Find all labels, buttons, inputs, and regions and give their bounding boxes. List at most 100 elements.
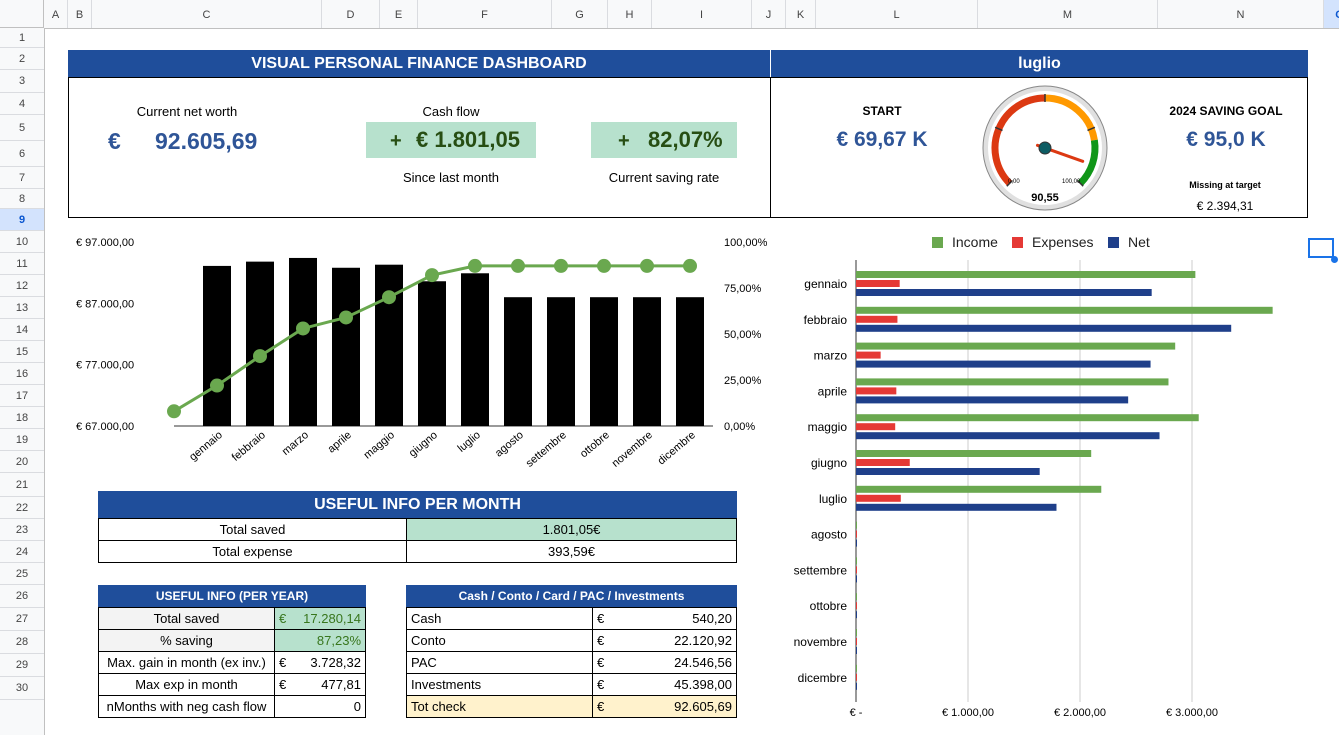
- column-header-c[interactable]: C: [92, 0, 322, 28]
- row-header-24[interactable]: 24: [0, 541, 44, 563]
- row-header-2[interactable]: 2: [0, 48, 44, 70]
- y-left-tick-label: € 77.000,00: [76, 360, 134, 372]
- legend-label-income: Income: [952, 234, 998, 250]
- row-header-18[interactable]: 18: [0, 407, 44, 429]
- row-header-11[interactable]: 11: [0, 253, 44, 275]
- gauge-max-label: 100,00: [1062, 179, 1081, 185]
- select-all-corner[interactable]: [0, 0, 44, 28]
- line-point: [468, 258, 482, 273]
- row-header-7[interactable]: 7: [0, 167, 44, 189]
- row-header-14[interactable]: 14: [0, 319, 44, 341]
- line-point: [511, 258, 525, 273]
- account-currency: €: [592, 651, 615, 674]
- monthly-info-table: Total saved 1.801,05€ Total expense 393,…: [98, 518, 737, 563]
- bar-gennaio: [203, 265, 231, 426]
- column-header-g[interactable]: G: [552, 0, 608, 28]
- bar-net-settembre: [856, 575, 857, 583]
- x-tick-label: gennaio: [187, 429, 225, 463]
- row-header-16[interactable]: 16: [0, 363, 44, 385]
- row-header-29[interactable]: 29: [0, 654, 44, 677]
- column-header-m[interactable]: M: [978, 0, 1158, 28]
- column-header-d[interactable]: D: [322, 0, 380, 28]
- table-row[interactable]: Conto € 22.120,92: [406, 629, 737, 652]
- row-header-25[interactable]: 25: [0, 563, 44, 585]
- bar-expenses-novembre: [856, 638, 857, 645]
- bar-expenses-settembre: [856, 566, 857, 574]
- table-row[interactable]: Investments € 45.398,00: [406, 673, 737, 696]
- row-header-4[interactable]: 4: [0, 93, 44, 115]
- y-right-tick-label: 75,00%: [724, 283, 762, 295]
- column-header-n[interactable]: N: [1158, 0, 1324, 28]
- row-header-22[interactable]: 22: [0, 497, 44, 519]
- column-header-b[interactable]: B: [68, 0, 92, 28]
- bar-net-marzo: [856, 360, 1151, 368]
- row-header-17[interactable]: 17: [0, 385, 44, 407]
- table-row[interactable]: Cash € 540,20: [406, 607, 737, 630]
- column-header-f[interactable]: F: [418, 0, 552, 28]
- bar-income-gennaio: [856, 271, 1196, 278]
- row-header-20[interactable]: 20: [0, 451, 44, 473]
- yearly-value: 477,81: [292, 673, 366, 696]
- bar-net-aprile: [856, 396, 1129, 404]
- fill-handle[interactable]: [1331, 256, 1338, 263]
- table-row[interactable]: Total saved 1.801,05€: [98, 518, 737, 541]
- bar-income-marzo: [856, 342, 1176, 350]
- row-header-26[interactable]: 26: [0, 585, 44, 608]
- row-header-5[interactable]: 5: [0, 115, 44, 141]
- table-row[interactable]: Max. gain in month (ex inv.) € 3.728,32: [98, 651, 366, 674]
- column-header-h[interactable]: H: [608, 0, 652, 28]
- selected-cell[interactable]: [1308, 238, 1334, 258]
- x-tick-label: € 3.000,00: [1166, 707, 1218, 719]
- yearly-currency: €: [274, 651, 293, 674]
- column-header-j[interactable]: J: [752, 0, 786, 28]
- x-tick-label: novembre: [610, 429, 655, 470]
- accounts-title: Cash / Conto / Card / PAC / Investments: [406, 585, 737, 607]
- y-tick-label: agosto: [811, 528, 847, 542]
- row-header-27[interactable]: 27: [0, 608, 44, 631]
- table-row[interactable]: PAC € 24.546,56: [406, 651, 737, 674]
- column-header-i[interactable]: I: [652, 0, 752, 28]
- row-header-12[interactable]: 12: [0, 275, 44, 297]
- bar-income-giugno: [856, 450, 1092, 457]
- row-header-21[interactable]: 21: [0, 473, 44, 497]
- row-header-19[interactable]: 19: [0, 429, 44, 451]
- row-header-23[interactable]: 23: [0, 519, 44, 541]
- bar-net-agosto: [856, 539, 857, 547]
- column-header-k[interactable]: K: [786, 0, 816, 28]
- column-header-l[interactable]: L: [816, 0, 978, 28]
- row-header-13[interactable]: 13: [0, 297, 44, 319]
- line-point: [597, 258, 611, 273]
- row-header-30[interactable]: 30: [0, 677, 44, 700]
- bar-income-aprile: [856, 378, 1169, 386]
- table-row[interactable]: nMonths with neg cash flow 0: [98, 695, 366, 718]
- goal-value: € 95,0 K: [1186, 128, 1266, 151]
- gauge-value: 90,55: [1031, 192, 1059, 204]
- row-header-10[interactable]: 10: [0, 231, 44, 253]
- column-header-e[interactable]: E: [380, 0, 418, 28]
- row-header-1[interactable]: 1: [0, 28, 44, 48]
- bar-net-maggio: [856, 432, 1160, 440]
- column-header-o[interactable]: O: [1324, 0, 1339, 28]
- table-row[interactable]: % saving 87,23%: [98, 629, 366, 652]
- x-tick-label: € -: [850, 707, 863, 719]
- net-worth-chart: € 97.000,00 € 87.000,00 € 77.000,00 € 67.00…: [76, 237, 768, 470]
- accounts-table: Cash € 540,20 Conto € 22.120,92 PAC € 24…: [406, 607, 737, 718]
- line-point: [339, 310, 353, 325]
- row-header-8[interactable]: 8: [0, 189, 44, 209]
- row-header-9[interactable]: 9: [0, 209, 44, 231]
- account-label: PAC: [406, 651, 593, 674]
- row-header-6[interactable]: 6: [0, 141, 44, 167]
- column-header-a[interactable]: A: [44, 0, 68, 28]
- row-header-28[interactable]: 28: [0, 631, 44, 654]
- goal-label: 2024 SAVING GOAL: [1169, 104, 1283, 118]
- bar-expenses-ottobre: [856, 602, 857, 610]
- table-row[interactable]: Total saved € 17.280,14: [98, 607, 366, 630]
- table-row[interactable]: Total expense 393,59€: [98, 540, 737, 563]
- row-header-15[interactable]: 15: [0, 341, 44, 363]
- account-label: Conto: [406, 629, 593, 652]
- table-row[interactable]: Max exp in month € 477,81: [98, 673, 366, 696]
- y-tick-label: maggio: [808, 420, 848, 434]
- row-header-3[interactable]: 3: [0, 70, 44, 93]
- table-row[interactable]: Tot check € 92.605,69: [406, 695, 737, 718]
- bar-expenses-dicembre: [856, 673, 857, 681]
